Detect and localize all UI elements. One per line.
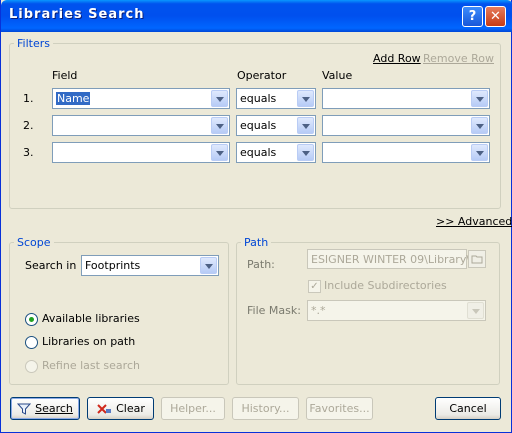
clear-button-label: Clear	[116, 402, 145, 415]
path-label: Path:	[247, 258, 275, 271]
chevron-down-icon[interactable]	[471, 90, 488, 107]
chevron-down-icon[interactable]	[471, 144, 488, 161]
value-select-row-3[interactable]	[322, 142, 490, 163]
chevron-down-icon[interactable]	[467, 302, 484, 319]
close-button[interactable]: ✕	[485, 6, 506, 27]
search-in-select[interactable]: Footprints	[81, 255, 219, 276]
include-subdirectories-checkbox[interactable]: ✓	[308, 280, 321, 293]
search-button[interactable]: Search	[10, 397, 80, 420]
path-value: ESIGNER WINTER 09\Library\	[311, 253, 471, 266]
file-mask-value: *.*	[311, 304, 326, 317]
path-group-label: Path	[241, 236, 272, 249]
value-header: Value	[322, 69, 353, 82]
history-button[interactable]: History...	[232, 397, 299, 420]
clear-x-icon	[97, 404, 112, 414]
operator-select-row-1[interactable]: equals	[236, 88, 316, 109]
available-libraries-label[interactable]: Available libraries	[42, 312, 140, 325]
chevron-down-icon[interactable]	[211, 117, 228, 134]
scope-group-label: Scope	[14, 236, 54, 249]
include-subdirectories-label: Include Subdirectories	[324, 279, 447, 292]
field-value: Name	[56, 92, 91, 105]
available-libraries-radio[interactable]	[25, 313, 38, 326]
row-number: 2.	[23, 119, 34, 132]
value-select-row-2[interactable]	[322, 115, 490, 136]
operator-value: equals	[240, 146, 277, 159]
chevron-down-icon[interactable]	[471, 117, 488, 134]
refine-last-search-label: Refine last search	[42, 359, 140, 372]
field-header: Field	[52, 69, 78, 82]
chevron-down-icon[interactable]	[297, 144, 314, 161]
libraries-on-path-label[interactable]: Libraries on path	[42, 335, 135, 348]
refine-last-search-radio[interactable]	[25, 360, 38, 373]
chevron-down-icon[interactable]	[211, 144, 228, 161]
operator-value: equals	[240, 92, 277, 105]
operator-header: Operator	[237, 69, 287, 82]
value-select-row-1[interactable]	[322, 88, 490, 109]
field-select-row-3[interactable]	[52, 142, 230, 163]
operator-value: equals	[240, 119, 277, 132]
row-number: 1.	[23, 92, 34, 105]
field-select-row-1[interactable]: Name	[52, 88, 230, 109]
libraries-on-path-radio[interactable]	[25, 336, 38, 349]
funnel-icon	[16, 403, 32, 415]
row-number: 3.	[23, 146, 34, 159]
libraries-search-dialog: Libraries Search ? ✕ Filters Add Row Rem…	[0, 0, 512, 433]
chevron-down-icon[interactable]	[211, 90, 228, 107]
cancel-button[interactable]: Cancel	[435, 397, 501, 420]
search-button-label: Search	[35, 402, 73, 415]
add-row-link[interactable]: Add Row	[373, 52, 421, 65]
title-bar[interactable]: Libraries Search ? ✕	[1, 0, 512, 32]
chevron-down-icon[interactable]	[200, 257, 217, 274]
advanced-link[interactable]: >> Advanced	[436, 215, 512, 228]
search-in-label: Search in	[25, 259, 77, 272]
window-title: Libraries Search	[9, 7, 145, 22]
field-select-row-2[interactable]	[52, 115, 230, 136]
remove-row-link[interactable]: Remove Row	[423, 52, 494, 65]
operator-select-row-2[interactable]: equals	[236, 115, 316, 136]
helper-button[interactable]: Helper...	[161, 397, 225, 420]
file-mask-label: File Mask:	[247, 304, 301, 317]
operator-select-row-3[interactable]: equals	[236, 142, 316, 163]
clear-button[interactable]: Clear	[87, 397, 154, 420]
help-button[interactable]: ?	[462, 6, 483, 27]
file-mask-select[interactable]: *.*	[307, 300, 486, 321]
folder-browse-icon[interactable]	[468, 250, 486, 268]
chevron-down-icon[interactable]	[297, 90, 314, 107]
search-in-value: Footprints	[85, 259, 141, 272]
chevron-down-icon[interactable]	[297, 117, 314, 134]
filters-group-label: Filters	[14, 37, 53, 50]
path-field[interactable]: ESIGNER WINTER 09\Library\	[307, 249, 471, 269]
favorites-button[interactable]: Favorites...	[306, 397, 373, 420]
